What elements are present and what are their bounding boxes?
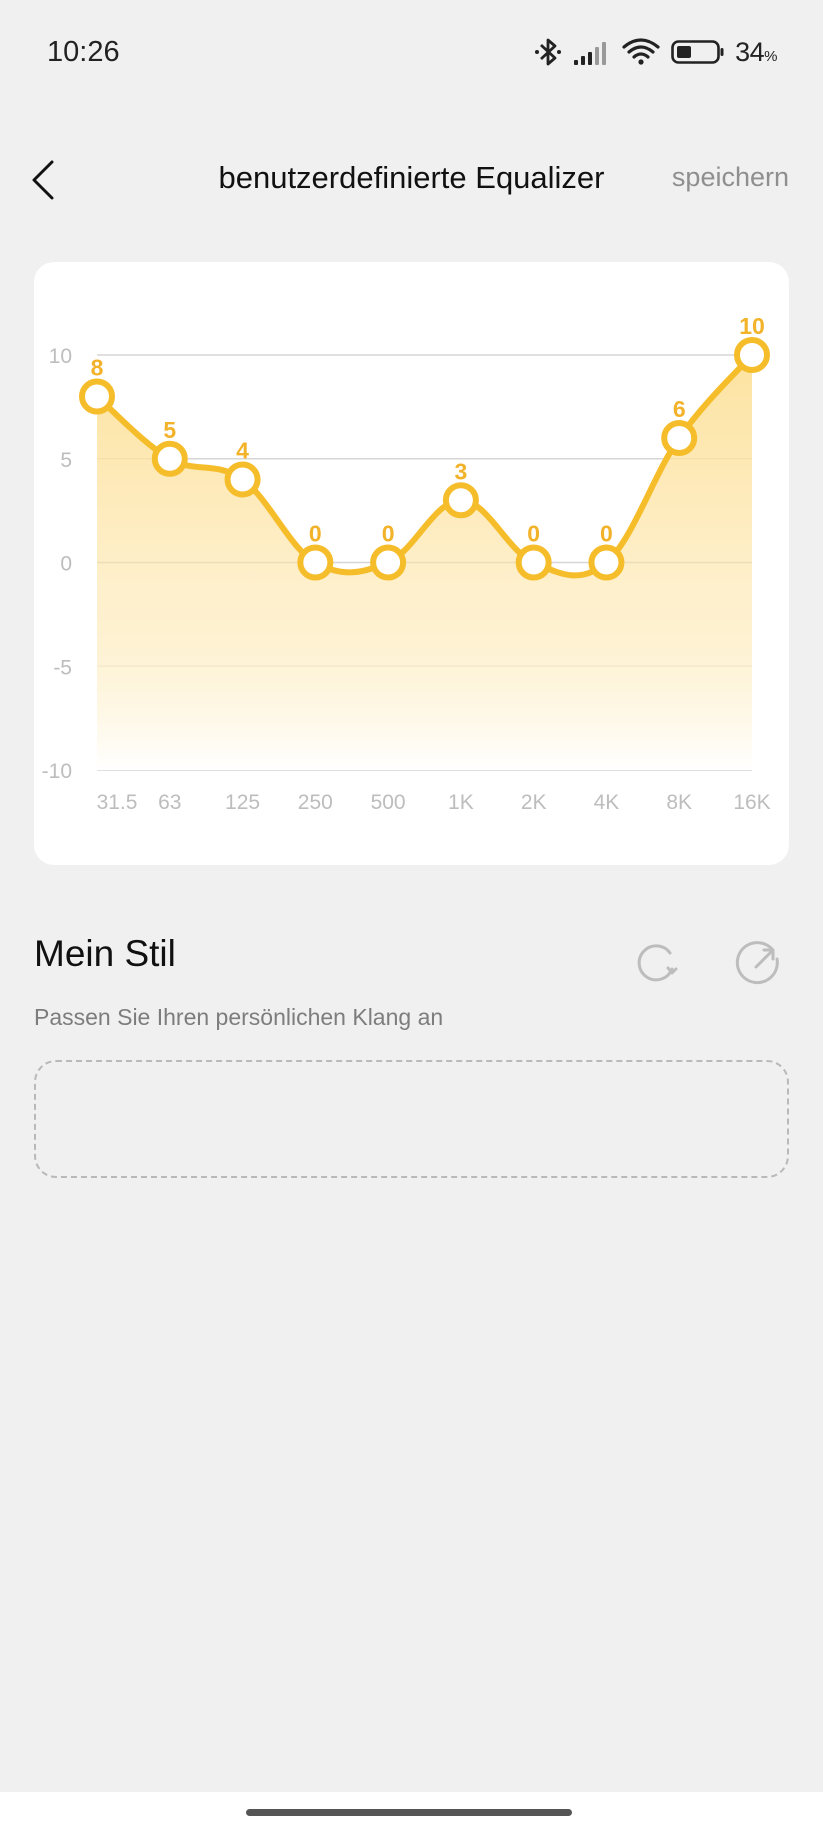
- x-tick-label: 500: [371, 791, 406, 814]
- value-label: 10: [739, 313, 765, 339]
- value-label: 4: [236, 438, 249, 464]
- value-label: 3: [454, 458, 467, 484]
- wifi-icon: [621, 37, 661, 67]
- y-tick-label: -5: [53, 656, 72, 679]
- section-title: Mein Stil: [34, 933, 176, 974]
- value-label: 8: [91, 355, 104, 381]
- y-tick-label: 5: [60, 449, 72, 472]
- band-handle: [151, 440, 188, 477]
- band-handle: [442, 482, 479, 519]
- value-label: 0: [309, 521, 322, 547]
- custom-style-slot[interactable]: [34, 1060, 789, 1178]
- band-handle: [297, 544, 334, 581]
- battery-percent: 34%: [735, 37, 777, 68]
- x-tick-label: 125: [225, 791, 260, 814]
- x-tick-label: 4K: [594, 791, 620, 814]
- x-tick-label: 2K: [521, 791, 547, 814]
- band-handle: [370, 544, 407, 581]
- signal-icon: [573, 38, 611, 66]
- value-label: 0: [600, 521, 613, 547]
- battery-percent-value: 34: [735, 36, 765, 67]
- area-fill: [97, 355, 752, 770]
- band-handle: [79, 378, 115, 415]
- status-time: 10:26: [47, 36, 120, 68]
- reset-icon: [637, 944, 678, 982]
- share-icon: [735, 941, 779, 985]
- x-tick-label: 31.5: [97, 791, 138, 814]
- y-tick-label: 0: [60, 553, 72, 576]
- battery-icon: [671, 39, 725, 65]
- x-tick-label: 1K: [448, 791, 474, 814]
- navigation-bar: [0, 1792, 823, 1828]
- y-tick-label: 10: [49, 345, 72, 368]
- section-subtitle: Passen Sie Ihren persönlichen Klang an: [34, 1004, 444, 1030]
- equalizer-chart-card: 10 5 0 -5 -10 8 31.5 5 63 4 125 0 250 0 500 3 1K 0 2K 0 4K 6 8…: [34, 262, 789, 865]
- band-handle: [734, 337, 770, 373]
- bluetooth-icon: [533, 36, 563, 68]
- x-tick-label: 16K: [733, 791, 770, 814]
- y-tick-label: -10: [42, 760, 72, 783]
- share-button[interactable]: [734, 939, 782, 987]
- x-tick-label: 250: [298, 791, 333, 814]
- value-label: 0: [527, 521, 540, 547]
- band-handle: [661, 420, 698, 456]
- x-tick-label: 63: [158, 791, 181, 814]
- band-handle: [588, 544, 625, 581]
- status-icons: 34%: [533, 32, 777, 72]
- save-button[interactable]: speichern: [672, 162, 789, 193]
- equalizer-chart: 10 5 0 -5 -10 8 31.5 5 63 4 125 0 250 0 500 3 1K 0 2K 0 4K 6 8…: [42, 313, 771, 814]
- battery-percent-unit: %: [764, 47, 777, 65]
- status-bar: 10:26 34%: [0, 0, 823, 104]
- header: benutzerdefinierte Equalizer speichern: [0, 140, 823, 220]
- value-label: 6: [673, 396, 686, 422]
- x-tick-label: 8K: [666, 791, 692, 814]
- home-indicator[interactable]: [246, 1809, 572, 1816]
- band-handle: [224, 461, 261, 498]
- band-handle: [515, 544, 552, 581]
- reset-button[interactable]: [632, 939, 680, 987]
- value-label: 5: [163, 417, 176, 443]
- value-label: 0: [382, 521, 395, 547]
